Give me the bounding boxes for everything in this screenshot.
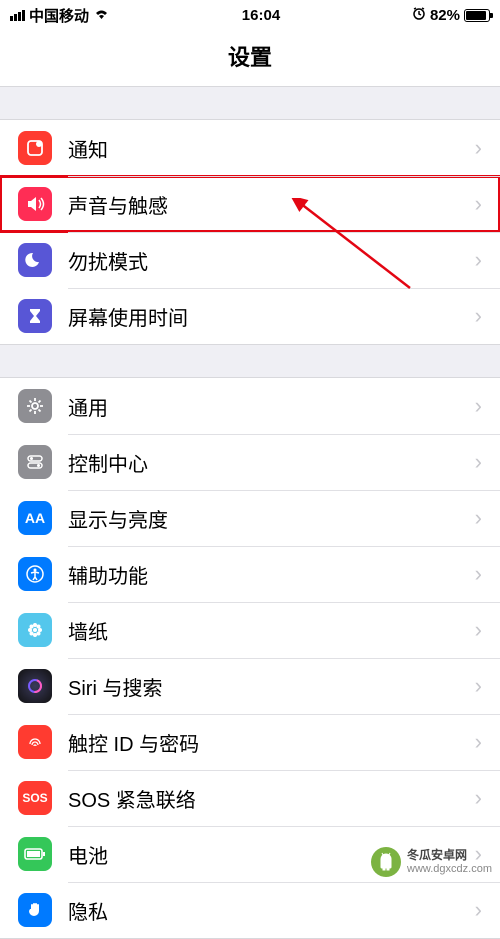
flower-icon — [18, 613, 52, 647]
accessibility-icon — [18, 557, 52, 591]
row-screentime[interactable]: 屏幕使用时间 › — [0, 288, 500, 344]
chevron-right-icon: › — [475, 135, 482, 161]
hourglass-icon — [18, 299, 52, 333]
chevron-right-icon: › — [475, 897, 482, 923]
sos-icon: SOS — [18, 781, 52, 815]
row-label: 辅助功能 — [68, 560, 475, 589]
row-label: 通知 — [68, 134, 475, 163]
row-label: SOS 紧急联络 — [68, 784, 475, 813]
chevron-right-icon: › — [475, 303, 482, 329]
row-label: Siri 与搜索 — [68, 672, 475, 701]
row-label: 触控 ID 与密码 — [68, 728, 475, 757]
battery-icon — [464, 9, 490, 22]
row-label: 控制中心 — [68, 448, 475, 477]
row-privacy[interactable]: 隐私 › — [0, 882, 500, 938]
row-accessibility[interactable]: 辅助功能 › — [0, 546, 500, 602]
status-bar: 中国移动 16:04 82% — [0, 0, 500, 30]
row-label: 隐私 — [68, 896, 475, 925]
fingerprint-icon — [18, 725, 52, 759]
row-siri[interactable]: Siri 与搜索 › — [0, 658, 500, 714]
chevron-right-icon: › — [475, 191, 482, 217]
battery-icon — [18, 837, 52, 871]
row-dnd[interactable]: 勿扰模式 › — [0, 232, 500, 288]
page-title: 设置 — [0, 30, 500, 87]
chevron-right-icon: › — [475, 617, 482, 643]
android-icon — [371, 847, 401, 877]
signal-icon — [10, 10, 25, 21]
gear-icon — [18, 389, 52, 423]
moon-icon — [18, 243, 52, 277]
row-sos[interactable]: SOS SOS 紧急联络 › — [0, 770, 500, 826]
row-label: 显示与亮度 — [68, 504, 475, 533]
speaker-icon — [18, 187, 52, 221]
battery-pct: 82% — [430, 7, 460, 24]
row-label: 声音与触感 — [68, 190, 475, 219]
status-left: 中国移动 — [10, 5, 110, 26]
chevron-right-icon: › — [475, 393, 482, 419]
chevron-right-icon: › — [475, 729, 482, 755]
chevron-right-icon: › — [475, 561, 482, 587]
chevron-right-icon: › — [475, 785, 482, 811]
row-controlcenter[interactable]: 控制中心 › — [0, 434, 500, 490]
chevron-right-icon: › — [475, 247, 482, 273]
watermark-url: www.dgxcdz.com — [407, 863, 492, 876]
watermark: 冬瓜安卓网 www.dgxcdz.com — [371, 847, 492, 877]
switches-icon — [18, 445, 52, 479]
watermark-title: 冬瓜安卓网 — [407, 848, 492, 862]
chevron-right-icon: › — [475, 673, 482, 699]
row-display[interactable]: AA 显示与亮度 › — [0, 490, 500, 546]
row-label: 通用 — [68, 392, 475, 421]
row-label: 墙纸 — [68, 616, 475, 645]
textsize-icon: AA — [18, 501, 52, 535]
siri-icon — [18, 669, 52, 703]
row-label: 屏幕使用时间 — [68, 302, 475, 331]
alarm-icon — [412, 6, 426, 24]
wifi-icon — [93, 7, 110, 24]
row-sounds[interactable]: 声音与触感 › — [0, 176, 500, 232]
row-general[interactable]: 通用 › — [0, 378, 500, 434]
carrier-label: 中国移动 — [29, 5, 89, 26]
row-wallpaper[interactable]: 墙纸 › — [0, 602, 500, 658]
status-time: 16:04 — [242, 7, 280, 24]
notification-icon — [18, 131, 52, 165]
status-right: 82% — [412, 6, 490, 24]
chevron-right-icon: › — [475, 505, 482, 531]
settings-group-1: 通知 › 声音与触感 › 勿扰模式 › 屏幕使用时间 › — [0, 119, 500, 345]
row-notifications[interactable]: 通知 › — [0, 120, 500, 176]
row-touchid[interactable]: 触控 ID 与密码 › — [0, 714, 500, 770]
chevron-right-icon: › — [475, 449, 482, 475]
hand-icon — [18, 893, 52, 927]
row-label: 勿扰模式 — [68, 246, 475, 275]
